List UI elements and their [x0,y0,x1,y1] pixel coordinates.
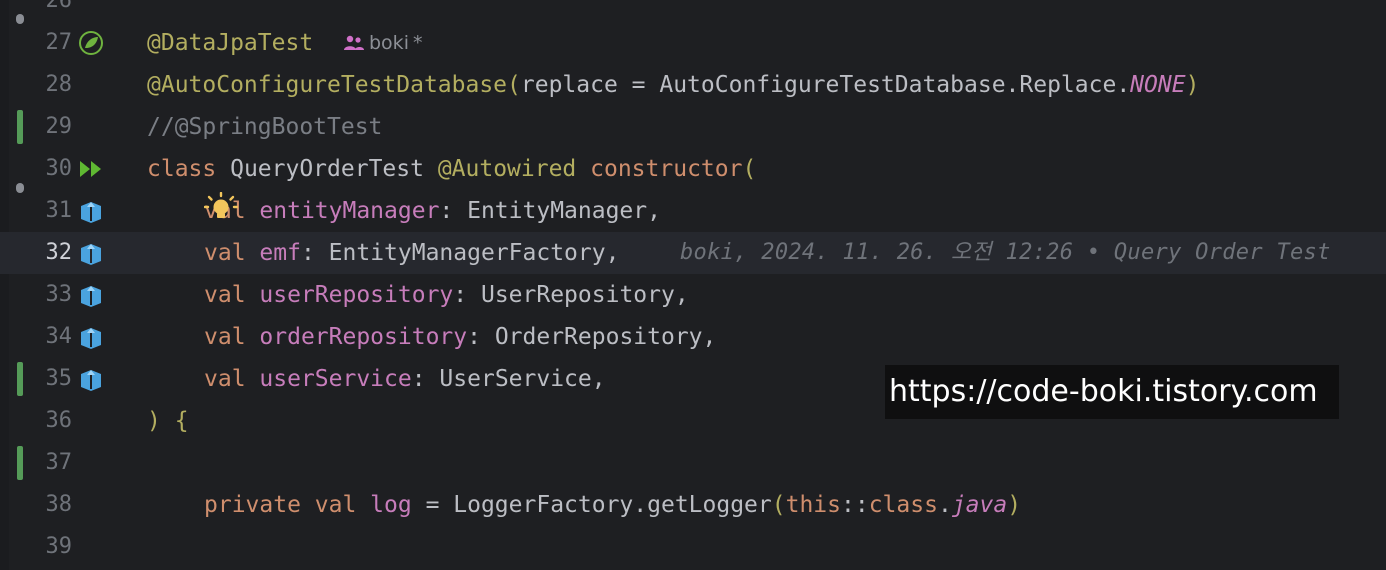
line-number: 26 [45,0,73,13]
injected-bean-icon[interactable] [78,324,104,350]
line-number: 28 [45,72,73,97]
property-token: userRepository [259,282,454,308]
git-blame-inlay[interactable]: boki, 2024. 11. 26. 오전 12:26 • Query Ord… [680,232,1331,274]
property-token: emf [259,240,301,266]
property-token: entityManager [259,198,440,224]
brace-token: ) { [147,408,189,434]
keyword-token: constructor [576,156,743,182]
type-token: : EntityManagerFactory, [300,240,620,266]
keyword-token: val [204,324,246,350]
paren-token: ) [1007,492,1022,518]
type-token: : UserRepository, [453,282,689,308]
code-line[interactable]: 38 private val log = LoggerFactory.getLo… [0,484,1386,526]
property-token: log [356,492,412,518]
code-text: @DataJpaTest [147,22,313,64]
line-number: 33 [45,282,73,307]
spring-bean-icon[interactable] [78,30,104,56]
author-name: boki [369,32,409,54]
comment-token: //@SpringBootTest [147,114,383,140]
keyword-token: private [204,492,301,518]
line-number: 32 [45,240,73,265]
keyword-token: this [785,492,841,518]
property-token: userService [259,366,412,392]
code-line[interactable]: 28 @AutoConfigureTestDatabase(replace = … [0,64,1386,106]
line-number: 29 [45,114,73,139]
paren-token: ( [507,72,521,98]
code-text: ) { [147,400,189,442]
injected-bean-icon[interactable] [78,366,104,392]
enum-token: NONE [1130,72,1186,98]
code-text: @AutoConfigureTestDatabase(replace = Aut… [147,64,1199,106]
code-line-current[interactable]: 32 val emf: EntityManagerFactory, boki, … [0,232,1386,274]
code-text: val userRepository: UserRepository, [147,274,689,316]
keyword-token: class [147,156,217,182]
annotation-token: @Autowired [437,156,577,182]
code-line[interactable]: 31 val entityManager: EntityManager, [0,190,1386,232]
line-number: 37 [45,450,73,475]
keyword-token: val [204,282,246,308]
property-token: orderRepository [259,324,468,350]
line-number: 39 [45,534,73,559]
type-token: : EntityManager, [439,198,661,224]
people-icon [344,35,364,50]
paren-token: ( [771,492,786,518]
separator-token: :: [841,492,869,518]
line-number: 31 [45,198,73,223]
code-editor[interactable]: 26 27 @DataJpaTest boki * 28 @AutoConfig… [0,0,1386,570]
code-line[interactable]: 26 [0,0,1386,22]
line-number: 38 [45,492,73,517]
param-token: replace = AutoConfigureTestDatabase.Repl… [520,72,1131,98]
blog-watermark: https://code-boki.tistory.com [885,365,1339,419]
code-text: val userService: UserService, [147,358,606,400]
annotation-token: @DataJpaTest [147,30,314,56]
code-line[interactable]: 30 class QueryOrderTest @Autowired const… [0,148,1386,190]
line-number: 34 [45,324,73,349]
injected-bean-icon[interactable] [78,198,104,224]
code-line[interactable]: 33 val userRepository: UserRepository, [0,274,1386,316]
type-token: : OrderRepository, [467,324,717,350]
code-text: private val log = LoggerFactory.getLogge… [147,484,1021,526]
annotation-token: @AutoConfigureTestDatabase [147,72,508,98]
code-line[interactable]: 29 //@SpringBootTest [0,106,1386,148]
code-author-hint[interactable]: boki * [343,22,422,64]
property-token: java [951,492,1008,518]
line-number: 27 [45,30,73,55]
code-line[interactable]: 37 [0,442,1386,484]
code-text: val orderRepository: OrderRepository, [147,316,716,358]
class-name-token: QueryOrderTest [216,156,438,182]
code-text: class QueryOrderTest @Autowired construc… [147,148,756,190]
code-line[interactable]: 39 [0,526,1386,568]
keyword-token: val [300,492,357,518]
line-number: 35 [45,366,73,391]
injected-bean-icon[interactable] [78,240,104,266]
keyword-token: val [204,240,246,266]
paren-token: ) [1185,72,1200,98]
injected-bean-icon[interactable] [78,282,104,308]
code-line[interactable]: 34 val orderRepository: OrderRepository, [0,316,1386,358]
code-line[interactable]: 27 @DataJpaTest boki * [0,22,1386,64]
dot-token: . [937,492,952,518]
line-number: 30 [45,156,73,181]
keyword-token: val [204,366,246,392]
call-token: = LoggerFactory.getLogger [411,492,772,518]
keyword-token: class [868,492,938,518]
code-text: //@SpringBootTest [147,106,382,148]
code-text: val emf: EntityManagerFactory, [147,232,619,274]
run-gutter-icon[interactable] [78,156,104,182]
line-number: 36 [45,408,73,433]
type-token: : UserService, [411,366,606,392]
author-mark: * [412,32,423,54]
paren-token: ( [742,156,757,182]
intention-bulb-icon[interactable] [204,192,238,222]
